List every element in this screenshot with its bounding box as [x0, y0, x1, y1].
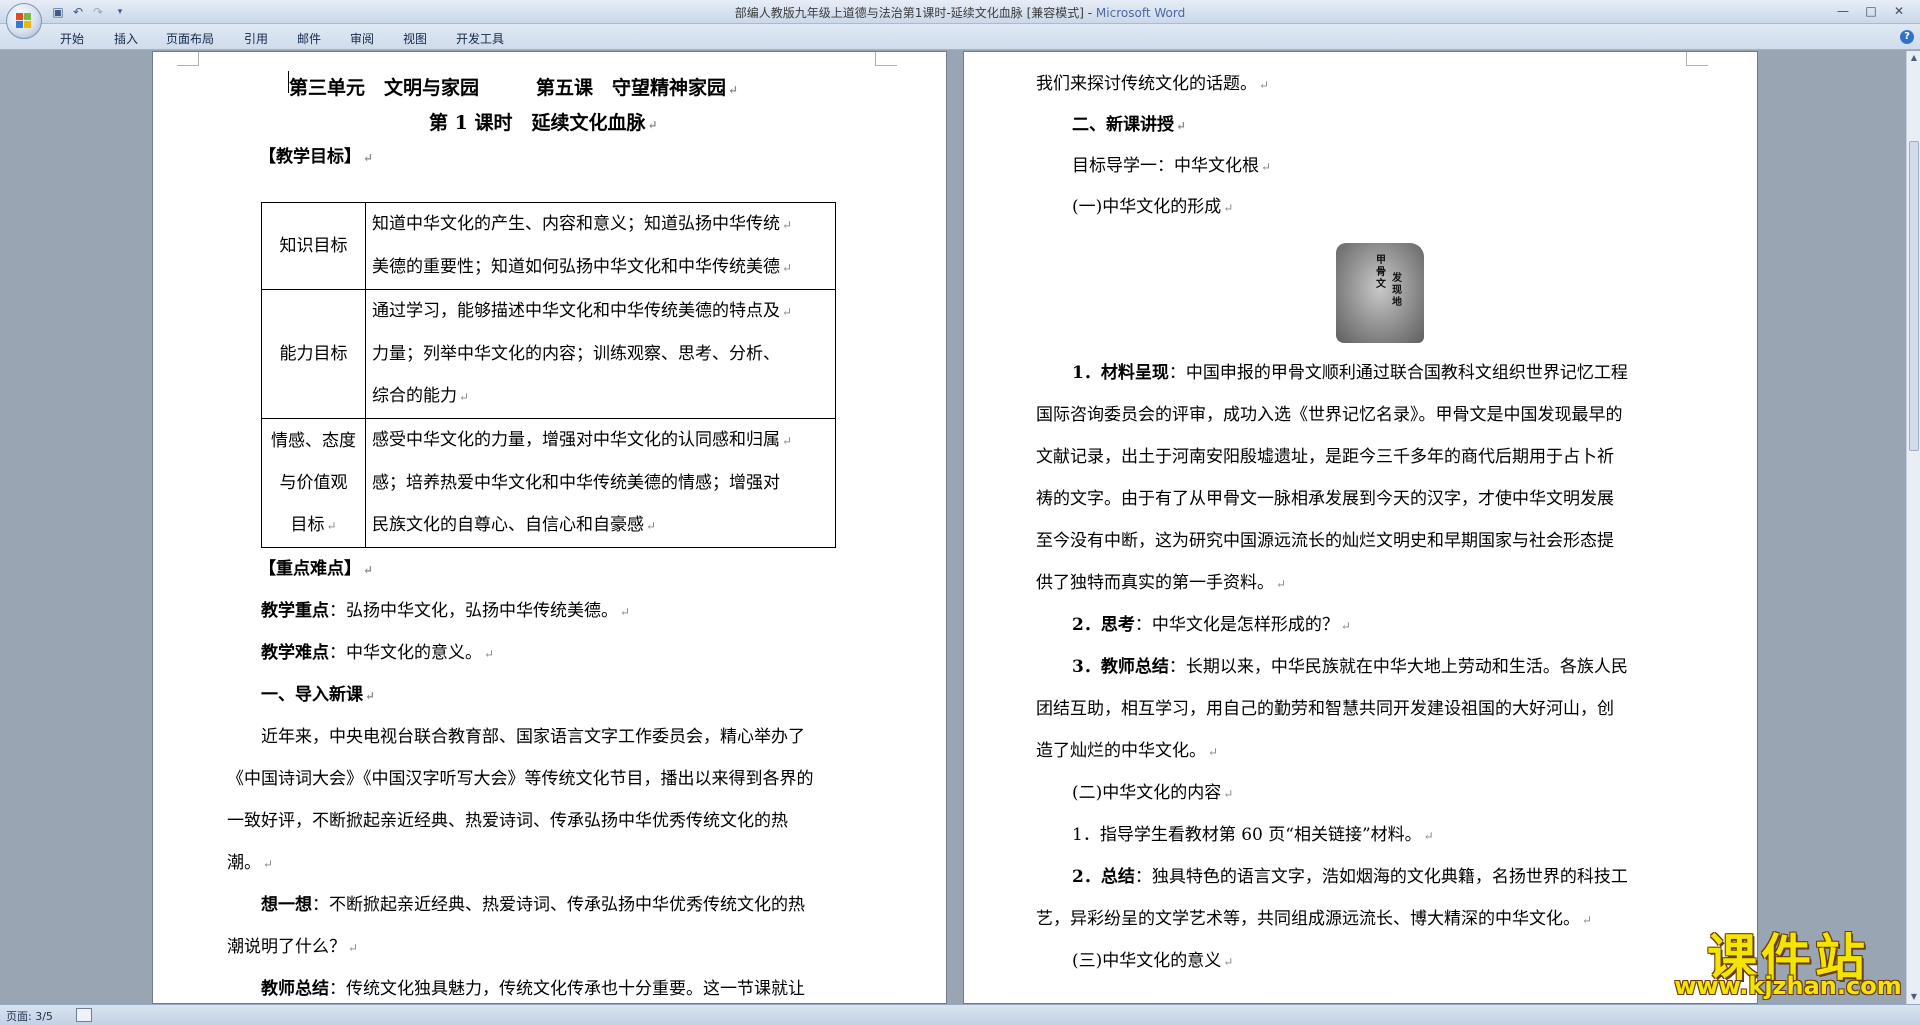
teacher-summary-3-cont: 造了灿烂的中华文化。 ↵	[1036, 741, 1219, 761]
intro-paragraph-line: 潮。 ↵	[227, 853, 274, 873]
objective-content: 知道中华文化的产生、内容和意义；知道弘扬中华传统 ↵ 美德的重要性；知道如何弘扬中…	[365, 202, 836, 290]
watermark-logo: 课件站 www.kjzhan.com	[1668, 918, 1908, 1000]
tab-view[interactable]: 视图	[403, 30, 427, 47]
tab-references[interactable]: 引用	[244, 30, 268, 47]
tab-page-layout[interactable]: 页面布局	[166, 30, 214, 47]
objective-content: 通过学习，能够描述中华文化和中华传统美德的特点及 ↵ 力量；列举中华文化的内容；训…	[365, 289, 836, 419]
tab-mailings[interactable]: 邮件	[297, 30, 321, 47]
document-area[interactable]: 第三单元 文明与家园 第五课 守望精神家园 ↵ 第 1 课时 延续文化血脉 ↵ 【教…	[0, 51, 1906, 1004]
window-title: 部编人教版九年级上道德与法治第1课时-延续文化血脉 [兼容模式] - Micro…	[734, 6, 1186, 20]
objectives-heading: 【教学目标】 ↵	[259, 147, 374, 167]
teaching-focus: 教学重点：弘扬中华文化，弘扬中华传统美德。 ↵	[261, 601, 631, 621]
scroll-thumb[interactable]	[1909, 141, 1919, 451]
crop-mark	[875, 52, 897, 66]
table-row: 情感、态度 与价值观 目标 ↵ 感受中华文化的力量，增强对中华文化的认同感和归属 ↵…	[261, 418, 836, 548]
material-paragraph-line: 至今没有中断，这为研究中国源远流长的灿烂文明史和早期国家与社会形态提	[1036, 531, 1614, 551]
tab-home[interactable]: 开始	[60, 30, 84, 47]
scroll-up-icon[interactable]: ▲	[1907, 51, 1920, 65]
section-new-lesson-heading: 二、新课讲授 ↵	[1072, 115, 1187, 135]
help-icon[interactable]: ?	[1900, 30, 1914, 44]
image-inscription: 甲 骨 文	[1376, 255, 1386, 290]
material-paragraph-line: 1．材料呈现：中国申报的甲骨文顺利通过联合国教科文组织世界记忆工程	[1072, 363, 1628, 383]
intro-paragraph-line: 近年来，中央电视台联合教育部、国家语言文字工作委员会，精心举办了	[261, 727, 805, 747]
unit-title: 第三单元 文明与家园 第五课 守望精神家园 ↵	[289, 77, 739, 99]
tab-insert[interactable]: 插入	[114, 30, 138, 47]
content-point-1: 1．指导学生看教材第 60 页“相关链接”材料。 ↵	[1072, 825, 1434, 845]
vertical-scrollbar[interactable]: ▲ ▼	[1906, 51, 1920, 1004]
material-paragraph-line: 供了独特而真实的第一手资料。 ↵	[1036, 573, 1287, 593]
intro-paragraph-line: 《中国诗词大会》《中国汉字听写大会》等传统文化节目，播出以来得到各界的	[227, 769, 814, 789]
teacher-summary-3: 3．教师总结：长期以来，中华民族就在中华大地上劳动和生活。各族人民	[1072, 657, 1628, 677]
continued-line: 我们来探讨传统文化的话题。 ↵	[1036, 74, 1270, 94]
office-logo-icon	[16, 13, 32, 29]
subsection-formation: (一)中华文化的形成 ↵	[1072, 197, 1234, 217]
section-intro-heading: 一、导入新课 ↵	[261, 685, 376, 705]
page-right[interactable]: 我们来探讨传统文化的话题。 ↵ 二、新课讲授 ↵ 目标导学一：中华文化根 ↵ (一)中…	[963, 51, 1758, 1004]
ribbon-tabs: 开始 插入 页面布局 引用 邮件 审阅 视图 开发工具 ?	[0, 24, 1920, 50]
page-left[interactable]: 第三单元 文明与家园 第五课 守望精神家园 ↵ 第 1 课时 延续文化血脉 ↵ 【教…	[152, 51, 947, 1004]
office-button[interactable]	[6, 3, 42, 39]
lesson-subtitle: 第 1 课时 延续文化血脉 ↵	[429, 112, 658, 134]
page-count[interactable]: 页面: 3/5	[6, 1008, 53, 1024]
subsection-content: (二)中华文化的内容 ↵	[1072, 783, 1234, 803]
oracle-bone-site-image: 甲 骨 文 发 现 地	[1336, 243, 1424, 343]
think-question: 想一想：不断掀起亲近经典、热爱诗词、传承弘扬中华优秀传统文化的热	[261, 895, 805, 915]
objective-label: 情感、态度 与价值观 目标 ↵	[261, 418, 366, 548]
status-bar: 页面: 3/5	[0, 1004, 1920, 1025]
tab-review[interactable]: 审阅	[350, 30, 374, 47]
table-row: 知识目标 知道中华文化的产生、内容和意义；知道弘扬中华传统 ↵ 美德的重要性；知道…	[261, 202, 836, 290]
crop-mark	[177, 52, 199, 66]
tab-developer[interactable]: 开发工具	[456, 30, 504, 47]
objectives-table: 知识目标 知道中华文化的产生、内容和意义；知道弘扬中华传统 ↵ 美德的重要性；知道…	[261, 202, 836, 548]
content-point-2-cont: 艺，异彩纷呈的文学艺术等，共同组成源远流长、博大精深的中华文化。 ↵	[1036, 909, 1593, 929]
scroll-down-icon[interactable]: ▼	[1907, 990, 1920, 1004]
minimize-button[interactable]: —	[1830, 2, 1856, 20]
material-paragraph-line: 文献记录，出土于河南安阳殷墟遗址，是距今三千多年的商代后期用于占卜祈	[1036, 447, 1614, 467]
keypoints-heading: 【重点难点】 ↵	[259, 559, 374, 579]
maximize-button[interactable]: □	[1858, 2, 1884, 20]
think-question-cont: 潮说明了什么？ ↵	[227, 937, 359, 957]
macro-record-icon[interactable]	[76, 1008, 92, 1022]
title-bar: ▣ ↶ ↷ ▾ 部编人教版九年级上道德与法治第1课时-延续文化血脉 [兼容模式]…	[0, 0, 1920, 39]
watermark-url: www.kjzhan.com	[1674, 972, 1902, 1000]
intro-paragraph-line: 一致好评，不断掀起亲近经典、热爱诗词、传承弘扬中华优秀传统文化的热	[227, 811, 788, 831]
subsection-meaning: (三)中华文化的意义 ↵	[1072, 951, 1234, 971]
material-paragraph-line: 祷的文字。由于有了从甲骨文一脉相承发展到今天的汉字，才使中华文明发展	[1036, 489, 1614, 509]
goal-guide-1: 目标导学一：中华文化根 ↵	[1072, 156, 1272, 176]
objective-label: 能力目标	[261, 289, 366, 419]
teacher-summary-3-cont: 团结互助，相互学习，用自己的勤劳和智慧共同开发建设祖国的大好河山，创	[1036, 699, 1614, 719]
teacher-summary: 教师总结：传统文化独具魅力，传统文化传承也十分重要。这一节课就让	[261, 979, 805, 999]
close-button[interactable]: ✕	[1886, 2, 1912, 20]
table-row: 能力目标 通过学习，能够描述中华文化和中华传统美德的特点及 ↵ 力量；列举中华文化…	[261, 289, 836, 419]
image-inscription: 发 现 地	[1392, 273, 1402, 308]
material-paragraph-line: 国际咨询委员会的评审，成功入选《世界记忆名录》。甲骨文是中国发现最早的	[1036, 405, 1623, 425]
question-2: 2．思考：中华文化是怎样形成的？ ↵	[1072, 615, 1351, 635]
crop-mark	[1686, 52, 1708, 66]
teaching-difficulty: 教学难点：中华文化的意义。 ↵	[261, 643, 495, 663]
objective-content: 感受中华文化的力量，增强对中华文化的认同感和归属 ↵ 感；培养热爱中华文化和中华传…	[365, 418, 836, 548]
content-point-2: 2．总结：独具特色的语言文字，浩如烟海的文化典籍，名扬世界的科技工	[1072, 867, 1628, 887]
objective-label: 知识目标	[261, 202, 366, 290]
